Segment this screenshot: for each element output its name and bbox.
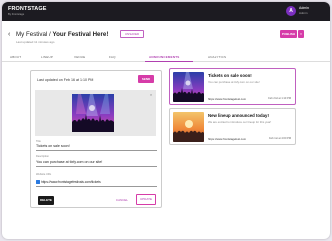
remove-image-icon[interactable]: × <box>149 93 153 97</box>
tab-analytics[interactable]: ANALYTICS <box>208 55 226 59</box>
image-upload-area[interactable]: × <box>35 90 156 136</box>
link-input-underline <box>36 186 157 187</box>
delete-button[interactable]: DELETE <box>38 196 54 205</box>
status-badge: UNSAVED <box>120 30 144 38</box>
description-label: Description <box>36 155 49 158</box>
tab-lineup[interactable]: LINEUP <box>41 55 53 59</box>
title-input-underline <box>36 150 157 151</box>
announcement-description: You can purchase at tixfy.com on our sit… <box>208 79 260 84</box>
link-input[interactable]: https://www.frontstagefestivals.com/tick… <box>41 180 101 184</box>
tab-about[interactable]: ABOUT <box>10 55 21 59</box>
publish-button[interactable]: PUBLISH <box>280 30 297 38</box>
announcement-title: New lineup announced today! <box>208 113 269 118</box>
breadcrumb-current: Your Festival Here! <box>52 30 109 38</box>
tab-announcements[interactable]: ANNOUNCEMENTS <box>149 55 179 59</box>
description-input-underline <box>36 166 157 167</box>
link-checkbox[interactable] <box>36 180 40 184</box>
user-name[interactable]: Admin <box>299 6 309 10</box>
announcement-card[interactable]: New lineup announced today! We are excit… <box>169 108 296 145</box>
concert-image <box>72 94 114 132</box>
app-window: FRONTSTAGE By Frontstage A Admin Admin ‹… <box>2 2 330 239</box>
cancel-button[interactable]: CANCEL <box>115 196 129 205</box>
page-title: My Festival / Your Festival Here! <box>16 31 108 38</box>
app-logo[interactable]: FRONTSTAGE <box>8 6 46 12</box>
title-label: Title <box>36 140 41 143</box>
announcement-description: We are excited to introduce our lineup f… <box>208 119 272 124</box>
announcement-date: Feb 1st at 4:00 PM <box>269 137 291 140</box>
user-role: Admin <box>299 11 308 15</box>
announcement-thumbnail <box>173 112 204 142</box>
title-input[interactable]: Tickets on sale soon! <box>36 144 70 148</box>
announcement-url[interactable]: https://www.frontstagefest.com <box>208 137 246 141</box>
editor-last-updated: Last updated on Feb 16 at 1:10 PM <box>37 78 94 82</box>
publish-options-dropdown[interactable]: ▾ <box>298 30 304 38</box>
top-navigation-bar: FRONTSTAGE By Frontstage A Admin Admin <box>2 2 330 21</box>
announcement-editor: Last updated on Feb 16 at 1:10 PM SEND × <box>30 70 162 208</box>
announcement-thumbnail <box>173 72 204 102</box>
link-label: Website URL <box>36 173 52 176</box>
last-updated-subtitle: Last updated 11 minutes ago <box>16 40 55 44</box>
tab-faq[interactable]: FAQ <box>109 55 116 59</box>
send-button[interactable]: SEND <box>138 75 154 83</box>
user-avatar[interactable]: A <box>286 6 296 16</box>
announcement-card[interactable]: Tickets on sale soon! You can purchase a… <box>169 68 296 105</box>
announcement-date: Feb 2nd at 1:10 PM <box>268 97 291 100</box>
description-input[interactable]: You can purchase at tixfy.com on our sit… <box>36 160 102 164</box>
back-arrow-icon[interactable]: ‹ <box>8 31 10 38</box>
tab-venue[interactable]: VENUE <box>74 55 85 59</box>
announcement-url[interactable]: https://www.frontstagefest.com <box>208 97 246 101</box>
announcement-title: Tickets on sale soon! <box>208 73 252 78</box>
update-button[interactable]: UPDATE <box>136 194 156 205</box>
active-tab-indicator <box>145 61 193 62</box>
app-logo-subtitle: By Frontstage <box>8 13 25 16</box>
breadcrumb-parent[interactable]: My Festival / <box>16 31 51 38</box>
